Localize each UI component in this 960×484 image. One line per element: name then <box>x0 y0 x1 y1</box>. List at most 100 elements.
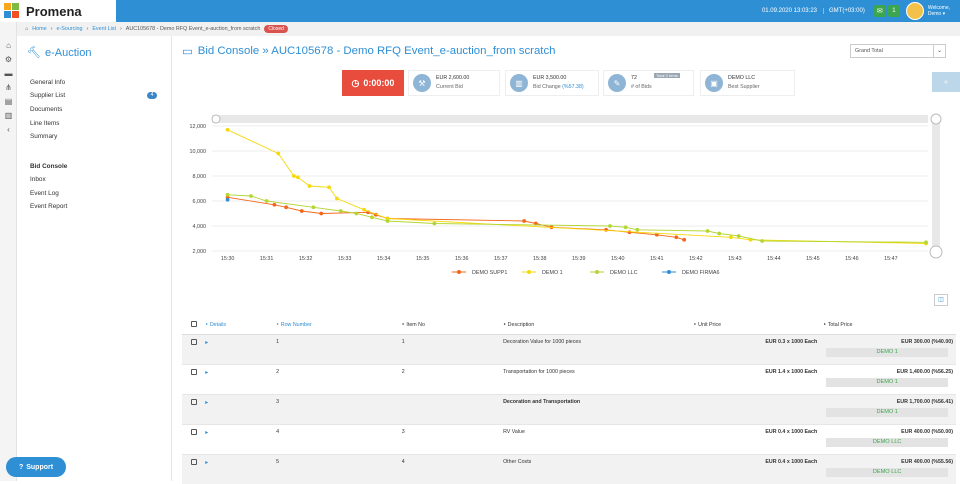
bid-change-card: ▥ EUR 3,500.00 Bid Change (%57.38) <box>505 70 599 96</box>
expand-row-icon[interactable]: ▸ <box>205 370 208 376</box>
mail-icon[interactable]: ✉ <box>873 5 886 17</box>
winner-supplier: DEMO LLC <box>826 467 949 477</box>
data-point <box>635 227 640 232</box>
item-no-cell: 4 <box>398 453 501 484</box>
support-label: Support <box>26 463 54 471</box>
details-cell[interactable]: ▸ <box>202 393 274 424</box>
details-cell[interactable]: ▸ <box>202 363 274 394</box>
bids-chip: Total 3 hrms <box>654 73 680 78</box>
data-point <box>717 231 722 236</box>
total-type-select[interactable]: Grand Total ⌄ <box>850 44 946 58</box>
collapse-panel-button[interactable]: « <box>932 72 960 92</box>
sidebar-item-general-info[interactable]: General Info <box>30 79 65 86</box>
table-row[interactable]: ▸ 2 2 Transportation for 1000 pieces EUR 1.4… <box>182 363 956 394</box>
notification-badge[interactable]: 1 <box>887 5 900 17</box>
x-tick-label: 15:46 <box>845 256 859 262</box>
best-supplier-card: ▣ DEMO LLC Best Supplier <box>700 70 795 96</box>
row-checkbox[interactable] <box>191 428 197 435</box>
row-select-cell[interactable] <box>182 393 203 424</box>
x-tick-label: 15:44 <box>767 256 781 262</box>
best-supplier-label: Best Supplier <box>728 84 760 90</box>
cart-icon[interactable]: ▬ <box>0 66 17 80</box>
column-header-row-number[interactable]: ‣ Row Number <box>273 316 399 335</box>
legend-label: DEMO FIRMA6 <box>682 270 719 276</box>
x-tick-label: 15:34 <box>377 256 391 262</box>
table-row[interactable]: ▸ 1 1 Decoration Value for 1000 pieces EUR 0… <box>182 333 956 364</box>
row-select-cell[interactable] <box>182 453 203 484</box>
total-price-cell: EUR 400.00 (%55.56) DEMO LLC <box>820 453 956 484</box>
row-checkbox[interactable] <box>191 338 197 345</box>
best-supplier-value: DEMO LLC <box>728 75 756 81</box>
sidebar-title-label: e-Auction <box>44 46 92 59</box>
avatar[interactable] <box>905 2 924 20</box>
data-point <box>362 207 367 212</box>
data-point <box>385 219 390 223</box>
column-header-item-no[interactable]: ‣ Item No <box>398 316 501 335</box>
x-tick-label: 15:35 <box>416 256 430 262</box>
x-tick-label: 15:38 <box>533 256 547 262</box>
home-icon[interactable]: ⌂ <box>0 38 17 52</box>
data-point <box>264 199 269 203</box>
row-select-cell[interactable] <box>182 363 203 394</box>
row-checkbox[interactable] <box>191 458 197 465</box>
breadcrumb-event-list[interactable]: Event List <box>92 26 116 32</box>
breadcrumb-home[interactable]: Home <box>32 26 46 32</box>
details-cell[interactable]: ▸ <box>202 423 274 454</box>
row-number-cell: 3 <box>273 393 399 424</box>
row-checkbox[interactable] <box>191 368 197 375</box>
sidebar-item-event-log[interactable]: Event Log <box>30 190 59 197</box>
sidebar-item-event-report[interactable]: Event Report <box>30 203 67 210</box>
sidebar-item-summary[interactable]: Summary <box>30 133 57 140</box>
data-point <box>311 205 316 210</box>
bid-count-card: ✎ 72 # of Bids <box>603 70 694 96</box>
table-row[interactable]: ▸ 5 4 Other Costs EUR 0.4 x 1000 Each EUR 400… <box>182 453 956 484</box>
logo[interactable]: Promena <box>0 0 116 22</box>
home-icon[interactable]: ⌂ <box>25 26 28 32</box>
support-button[interactable]: ? Support <box>6 457 66 477</box>
gear-icon[interactable]: ⚙ <box>0 52 17 66</box>
question-icon: ? <box>18 463 24 471</box>
sidebar-item-bid-console[interactable]: Bid Console <box>30 163 67 170</box>
data-point <box>272 202 277 207</box>
x-tick-label: 15:43 <box>728 256 742 262</box>
column-header-total-price[interactable]: ‣ Total Price <box>820 316 956 335</box>
breadcrumb-separator: › <box>120 26 122 32</box>
row-select-cell[interactable] <box>182 423 203 454</box>
select-all-checkbox[interactable] <box>191 320 197 327</box>
column-header-unit-price[interactable]: ‣ Unit Price <box>690 316 821 335</box>
expand-row-icon[interactable]: ▸ <box>205 340 208 346</box>
winner-supplier: DEMO 1 <box>826 377 949 387</box>
chart-icon[interactable]: ▥ <box>0 108 17 122</box>
data-point <box>327 185 331 190</box>
columns-toggle-button[interactable]: ◫ <box>934 294 948 306</box>
sidebar-item-documents[interactable]: Documents <box>30 106 62 113</box>
table-row[interactable]: ▸ 3 Decoration and Transportation EUR 1,700… <box>182 393 956 424</box>
details-cell[interactable]: ▸ <box>202 453 274 484</box>
row-checkbox[interactable] <box>191 398 197 405</box>
expand-icon[interactable]: ‹ <box>0 122 17 136</box>
user-menu[interactable]: Welcome, Demo ▾ <box>928 5 950 17</box>
expand-row-icon[interactable]: ▸ <box>205 430 208 436</box>
column-header-row-number-label: Row Number <box>280 321 312 328</box>
row-select-cell[interactable] <box>182 333 203 364</box>
app-name: Promena <box>26 3 82 19</box>
expand-row-icon[interactable]: ▸ <box>205 460 208 466</box>
sidebar-item-supplier-list[interactable]: Supplier List <box>30 92 65 99</box>
sidebar: 🔨︎ e-Auction General Info Supplier List … <box>17 36 172 481</box>
column-header-total-price-label: Total Price <box>827 321 853 328</box>
column-header-description[interactable]: ‣ Description <box>500 316 691 335</box>
details-cell[interactable]: ▸ <box>202 333 274 364</box>
select-all-column[interactable] <box>182 316 203 335</box>
data-point <box>319 211 324 216</box>
breadcrumb-e-sourcing[interactable]: e-Sourcing <box>56 26 82 32</box>
sidebar-item-line-items[interactable]: Line Items <box>30 120 59 127</box>
page-title: ▭ Bid Console » AUC105678 - Demo RFQ Eve… <box>182 44 555 58</box>
y-tick-label: 8,000 <box>193 174 207 180</box>
left-icon-rail: ⌂ ⚙ ▬ ⋔ ▤ ▥ ‹ <box>0 22 17 481</box>
column-header-details[interactable]: ‣ Details <box>202 316 274 335</box>
sidebar-item-inbox[interactable]: Inbox <box>30 176 46 183</box>
expand-row-icon[interactable]: ▸ <box>205 400 208 406</box>
hierarchy-icon[interactable]: ⋔ <box>0 80 17 94</box>
document-icon[interactable]: ▤ <box>0 94 17 108</box>
table-row[interactable]: ▸ 4 3 RV Value EUR 0.4 x 1000 Each EUR 400.00… <box>182 423 956 454</box>
